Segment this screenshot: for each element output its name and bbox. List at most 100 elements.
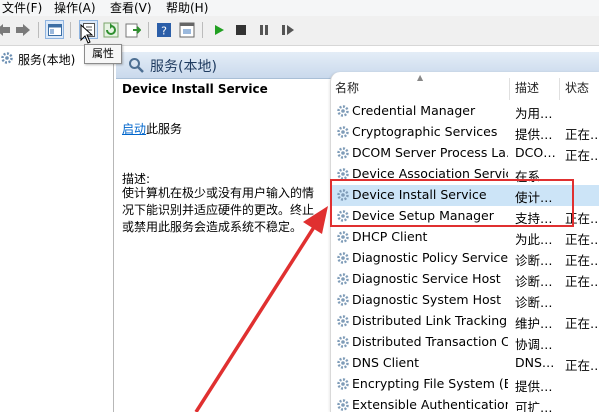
service-name: Device Install Service	[352, 187, 487, 202]
services-list: 名称 ▲ 描述 状态 Credential Manager 为用… Cryptogr…	[330, 72, 599, 412]
service-name: Extensible Authentication…	[352, 397, 508, 412]
help-icon[interactable]: ?	[155, 21, 173, 39]
restart-icon[interactable]	[279, 21, 297, 39]
service-description: 诊断…	[515, 253, 553, 268]
table-row[interactable]: Device Install Service 使计…	[331, 185, 599, 206]
service-description: 支持…	[515, 211, 553, 226]
service-description: 为用…	[515, 106, 553, 121]
menu-bar: 文件(F) 操作(A) 查看(V) 帮助(H)	[0, 0, 599, 16]
table-row[interactable]: DCOM Server Process La… DCO… 正在…	[331, 143, 599, 164]
service-name: Encrypting File System (E…	[352, 376, 508, 391]
menu-view[interactable]: 查看(V)	[110, 0, 152, 16]
table-row[interactable]: Distributed Link Tracking… 维护… 正在…	[331, 311, 599, 332]
service-status: 正在…	[565, 316, 599, 331]
tooltip-properties: 属性	[84, 44, 122, 64]
service-description: 在系…	[515, 169, 553, 184]
service-gear-icon	[336, 125, 350, 142]
service-status: 正在…	[565, 358, 599, 373]
export-icon[interactable]	[124, 21, 142, 39]
toolbar-separator	[202, 22, 203, 38]
start-service-link[interactable]: 启动	[122, 122, 146, 136]
service-gear-icon	[336, 230, 350, 247]
service-gear-icon	[336, 188, 350, 205]
service-gear-icon	[336, 314, 350, 331]
sort-arrow-icon: ▲	[417, 73, 424, 82]
table-row[interactable]: Extensible Authentication… 可扩…	[331, 395, 599, 412]
service-details-panel: Device Install Service 启动此服务 描述: 使计算机在极少…	[116, 79, 326, 412]
menu-action[interactable]: 操作(A)	[54, 0, 96, 16]
toolbar-separator	[70, 22, 71, 38]
table-row[interactable]: Cryptographic Services 提供… 正在…	[331, 122, 599, 143]
service-name: Distributed Link Tracking…	[352, 313, 508, 328]
show-tree-icon[interactable]	[45, 20, 64, 39]
service-status: 正在…	[565, 232, 599, 247]
mouse-cursor-icon	[80, 24, 94, 44]
service-status: 正在…	[565, 127, 599, 142]
column-divider[interactable]	[559, 78, 560, 100]
service-gear-icon	[336, 209, 350, 226]
table-row[interactable]: Diagnostic Policy Service 诊断… 正在…	[331, 248, 599, 269]
forward-icon[interactable]	[14, 21, 32, 39]
tree-item-services-local[interactable]: 服务(本地)	[0, 51, 75, 68]
table-row[interactable]: DHCP Client 为此… 正在…	[331, 227, 599, 248]
service-status: 正在…	[565, 274, 599, 289]
menu-file[interactable]: 文件(F)	[2, 0, 42, 16]
service-name: Diagnostic Policy Service	[352, 250, 508, 265]
service-description: 可扩…	[515, 400, 553, 412]
service-description: 诊断…	[515, 274, 553, 289]
service-description: 为此…	[515, 232, 553, 247]
table-row[interactable]: Diagnostic System Host 诊断…	[331, 290, 599, 311]
column-header-status[interactable]: 状态	[565, 72, 589, 102]
search-icon	[128, 57, 144, 76]
service-gear-icon	[336, 167, 350, 184]
start-icon[interactable]	[210, 21, 228, 39]
service-gear-icon	[336, 251, 350, 268]
console-icon[interactable]	[178, 21, 196, 39]
svg-text:?: ?	[161, 25, 167, 38]
console-tree: 服务(本地)	[0, 46, 114, 412]
table-row[interactable]: DNS Client DNS… 正在…	[331, 353, 599, 374]
stop-icon[interactable]	[232, 21, 250, 39]
service-gear-icon	[336, 356, 350, 373]
back-icon[interactable]	[0, 21, 12, 39]
table-row[interactable]: Device Setup Manager 支持… 正在…	[331, 206, 599, 227]
service-description: 提供…	[515, 379, 553, 394]
refresh-icon[interactable]	[102, 21, 120, 39]
table-row[interactable]: Encrypting File System (E… 提供…	[331, 374, 599, 395]
service-name: DHCP Client	[352, 229, 428, 244]
service-name: Device Setup Manager	[352, 208, 494, 223]
table-row[interactable]: Distributed Transaction C… 协调…	[331, 332, 599, 353]
table-row[interactable]: Diagnostic Service Host 诊断… 正在…	[331, 269, 599, 290]
table-row[interactable]: Credential Manager 为用…	[331, 101, 599, 122]
service-name: Device Association Service	[352, 166, 508, 181]
service-gear-icon	[336, 272, 350, 289]
service-gear-icon	[336, 293, 350, 310]
service-gear-icon	[336, 398, 350, 412]
tree-item-label: 服务(本地)	[18, 53, 76, 67]
start-service-line: 启动此服务	[122, 120, 182, 137]
service-name: Diagnostic Service Host	[352, 271, 501, 286]
table-row[interactable]: Device Association Service 在系…	[331, 164, 599, 185]
service-status: 正在…	[565, 253, 599, 268]
pause-icon[interactable]	[255, 21, 273, 39]
gear-icon	[0, 51, 14, 68]
service-gear-icon	[336, 104, 350, 121]
service-name: Distributed Transaction C…	[352, 334, 508, 349]
service-title: Device Install Service	[122, 82, 268, 96]
service-description: 协调…	[515, 337, 553, 352]
menu-help[interactable]: 帮助(H)	[166, 0, 208, 16]
service-gear-icon	[336, 335, 350, 352]
service-description: DNS…	[515, 355, 555, 370]
service-description: 使计…	[515, 190, 553, 205]
service-status: 正在…	[565, 211, 599, 226]
service-gear-icon	[336, 146, 350, 163]
column-divider[interactable]	[509, 78, 510, 100]
column-header-description[interactable]: 描述	[515, 72, 539, 102]
description-text: 使计算机在极少或没有用户输入的情况下能识别并适应硬件的更改。终止或禁用此服务会造…	[122, 186, 315, 234]
toolbar-separator	[38, 22, 39, 38]
service-name: Cryptographic Services	[352, 124, 498, 139]
service-name: Diagnostic System Host	[352, 292, 502, 307]
column-header-name[interactable]: 名称	[335, 72, 359, 102]
service-description: DCO…	[515, 145, 556, 160]
service-description: 诊断…	[515, 295, 553, 310]
